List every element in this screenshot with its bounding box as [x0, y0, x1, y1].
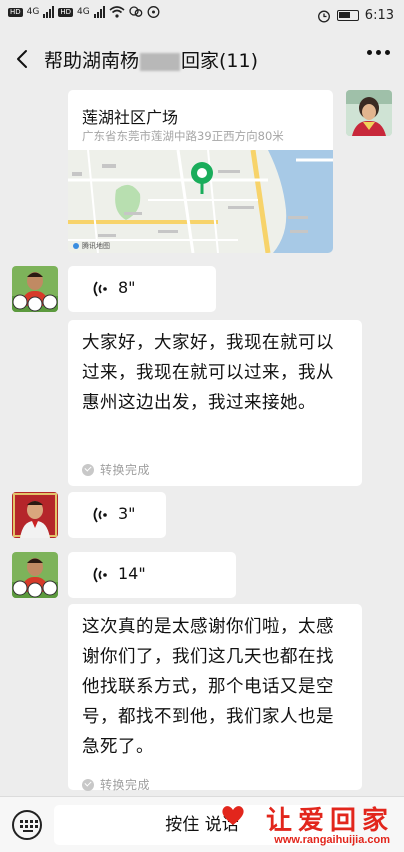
transcript-text-2: 这次真的是太感谢你们啦，太感谢你们了，我们这几天也都在找他找联系方式，那个电话又…	[82, 617, 334, 757]
voice-message[interactable]: 8"	[68, 266, 216, 312]
check-icon-2	[82, 779, 94, 791]
chat-header: 帮助湖南杨 回家(11)	[0, 36, 404, 82]
wifi-icon	[109, 6, 125, 18]
voice-message-3[interactable]: 14"	[68, 552, 236, 598]
voice-wave-icon	[93, 281, 107, 297]
sender-avatar-2[interactable]	[12, 492, 58, 538]
sender-avatar-3[interactable]	[12, 552, 58, 598]
voice-transcript-2[interactable]: 这次真的是太感谢你们啦，太感谢你们了，我们这几天也都在找他找联系方式，那个电话又…	[68, 604, 362, 792]
transcript-text: 大家好，大家好，我现在就可以过来，我现在就可以过来，我从惠州这边出发，我过来接她…	[82, 333, 334, 413]
battery-icon	[336, 10, 359, 21]
status-time: 6:13	[364, 8, 394, 23]
status-bar: HD 4G HD 4G 6:13	[0, 0, 404, 34]
keyboard-icon[interactable]	[12, 810, 42, 840]
location-address: 广东省东莞市莲湖中路39正西方向80米	[82, 129, 284, 143]
self-avatar[interactable]	[346, 90, 392, 136]
watermark-url: www.rangaihuijia.com	[274, 834, 390, 846]
map-pin-icon	[191, 162, 213, 194]
back-arrow-icon[interactable]	[12, 48, 34, 70]
heart-icon	[222, 806, 244, 825]
chat-notification-icon	[147, 6, 160, 18]
transcript-status-label: 转换完成	[100, 463, 151, 477]
transcript-status: 转换完成	[82, 455, 150, 485]
hd-badge-1: HD	[8, 7, 23, 17]
voice-wave-icon-2	[93, 507, 107, 523]
self-avatar-image	[346, 90, 392, 136]
signal-icon-2	[93, 6, 105, 18]
hd-badge-2: HD	[58, 7, 74, 17]
voice-wave-icon-3	[93, 567, 107, 583]
location-place-name: 莲湖社区广场	[82, 108, 179, 127]
more-icon[interactable]	[367, 50, 390, 55]
sender-avatar-3-image	[12, 552, 58, 598]
check-icon	[82, 464, 94, 476]
status-left: HD 4G HD 4G	[8, 6, 160, 18]
alarm-icon	[317, 10, 330, 22]
network-type-2: 4G	[77, 7, 90, 17]
location-map[interactable]: 腾讯地图	[68, 149, 333, 253]
sender-avatar-2-image	[12, 492, 58, 538]
voice-duration: 8"	[118, 278, 136, 297]
signal-icon	[43, 6, 55, 18]
map-credit: 腾讯地图	[82, 242, 110, 250]
location-card[interactable]: 莲湖社区广场 广东省东莞市莲湖中路39正西方向80米 腾讯地图	[68, 90, 333, 253]
voice-duration-2: 3"	[118, 504, 136, 523]
sender-avatar-image	[12, 266, 58, 312]
sender-avatar[interactable]	[12, 266, 58, 312]
voice-message-2[interactable]: 3"	[68, 492, 166, 538]
chat-title: 帮助湖南杨 回家(11)	[44, 46, 258, 73]
app-notification-icon	[129, 6, 143, 17]
voice-duration-3: 14"	[118, 564, 146, 583]
watermark: 让爱回家 www.rangaihuijia.com	[218, 800, 398, 850]
status-right: 6:13	[317, 8, 394, 23]
chat-title-start: 帮助湖南杨	[44, 50, 140, 72]
chat-title-end: 回家(11)	[181, 50, 259, 72]
watermark-brand: 让爱回家	[265, 806, 394, 836]
network-type-1: 4G	[26, 7, 40, 17]
blurred-name-mask	[140, 52, 181, 71]
voice-transcript[interactable]: 大家好，大家好，我现在就可以过来，我现在就可以过来，我从惠州这边出发，我过来接她…	[68, 320, 362, 486]
